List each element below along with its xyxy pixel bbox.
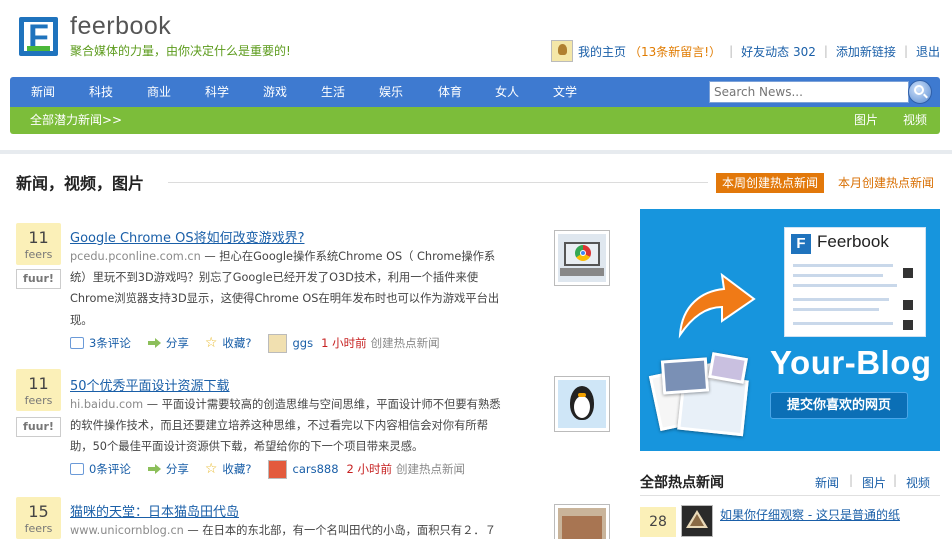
- news-body: — 在日本的东北部，有一个名叫田代的小岛，面积只有２．７: [183, 524, 497, 537]
- news-summary: hi.baidu.com — 平面设计需要较高的创造思维与空间思维，平面设计师不…: [70, 394, 510, 458]
- news-summary: pcedu.pconline.com.cn — 担心在Google操作系统Chr…: [70, 246, 510, 331]
- share-icon: [147, 463, 161, 475]
- news-title-link[interactable]: Google Chrome OS将如何改变游戏界?: [70, 227, 304, 246]
- user-avatar[interactable]: [267, 333, 287, 353]
- post-time: 2 小时前: [346, 462, 393, 476]
- favorite-link[interactable]: 收藏?: [222, 461, 251, 477]
- favorite-link[interactable]: 收藏?: [222, 335, 251, 351]
- ad-photo: [660, 357, 710, 395]
- arrow-icon: [678, 272, 756, 339]
- all-potential-news-link[interactable]: 全部潜力新闻>>: [30, 107, 122, 134]
- news-source[interactable]: www.unicornblog.cn: [70, 524, 184, 537]
- user-link[interactable]: cars888: [293, 462, 339, 476]
- nav-item-news[interactable]: 新闻: [31, 77, 55, 107]
- news-meta: 3条评论 分享 ☆ 收藏? ggs 1 小时前 创建热点新闻: [70, 333, 440, 353]
- comment-icon: [70, 337, 84, 349]
- sub-nav: 全部潜力新闻>> 图片 视频: [10, 107, 940, 134]
- subnav-pictures-link[interactable]: 图片: [854, 107, 878, 134]
- user-avatar[interactable]: [550, 40, 573, 62]
- user-avatar[interactable]: [267, 459, 287, 479]
- friends-activity-link[interactable]: 好友动态 302: [741, 43, 816, 60]
- feers-count[interactable]: 11 feers: [16, 223, 61, 265]
- hot-news-tab[interactable]: 新闻: [815, 474, 839, 491]
- section-title: 新闻，视频，图片: [16, 174, 145, 193]
- ad-card-title: Feerbook: [817, 232, 889, 251]
- comment-icon: [70, 463, 84, 475]
- main-nav: 新闻 科技 商业 科学 游戏 生活 娱乐 体育 女人 文学: [10, 77, 940, 107]
- news-source[interactable]: pcedu.pconline.com.cn: [70, 250, 201, 263]
- hot-videos-tab[interactable]: 视频: [906, 474, 930, 491]
- news-thumbnail[interactable]: [554, 376, 610, 432]
- tagline: 聚合媒体的力量，由你决定什么是重要的!: [70, 44, 291, 58]
- tab-monthly-hot[interactable]: 本月创建热点新闻: [838, 173, 934, 193]
- nav-item-tech[interactable]: 科技: [89, 77, 113, 107]
- nav-item-women[interactable]: 女人: [495, 77, 519, 107]
- news-meta: 0条评论 分享 ☆ 收藏? cars888 2 小时前 创建热点新闻: [70, 459, 466, 479]
- feers-count[interactable]: 15 feers: [16, 497, 61, 539]
- ad-headline: Your-Blog: [770, 344, 932, 381]
- add-link-link[interactable]: 添加新链接: [836, 43, 896, 60]
- title-divider: [168, 182, 708, 183]
- news-title-link[interactable]: 50个优秀平面设计资源下载: [70, 375, 230, 394]
- tab-weekly-hot[interactable]: 本周创建热点新闻: [716, 173, 824, 193]
- hot-feers-count[interactable]: 28: [640, 507, 676, 537]
- star-icon: ☆: [204, 461, 218, 477]
- ad-screenshot-card: Feerbook: [784, 227, 926, 337]
- comments-link[interactable]: 3条评论: [89, 335, 131, 351]
- submit-page-ad[interactable]: Feerbook Your-Blog 提交你喜欢的网页: [640, 209, 940, 451]
- main-content: 新闻，视频，图片 本周创建热点新闻 本月创建热点新闻 11 feers fuur…: [0, 150, 952, 539]
- hot-pictures-tab[interactable]: 图片: [862, 474, 886, 491]
- post-action: 创建热点新闻: [396, 462, 466, 476]
- logo-icon: [791, 234, 811, 254]
- hot-news-thumbnail[interactable]: [681, 505, 713, 537]
- user-link[interactable]: ggs: [293, 336, 314, 350]
- nav-item-games[interactable]: 游戏: [263, 77, 287, 107]
- hot-news-link[interactable]: 如果你仔细观察 - 这只是普通的纸: [720, 506, 900, 523]
- hot-news-title: 全部热点新闻: [640, 475, 724, 491]
- share-link[interactable]: 分享: [166, 335, 189, 351]
- hot-divider: [640, 495, 940, 496]
- news-title-link[interactable]: 猫咪的天堂：日本猫岛田代岛: [70, 501, 239, 520]
- news-thumbnail[interactable]: [554, 504, 610, 539]
- new-messages-link[interactable]: （13条新留言!）: [629, 43, 721, 60]
- search-button[interactable]: [908, 80, 932, 104]
- nav-item-sports[interactable]: 体育: [438, 77, 462, 107]
- news-source[interactable]: hi.baidu.com: [70, 398, 143, 411]
- nav-item-science[interactable]: 科学: [205, 77, 229, 107]
- fuur-button[interactable]: fuur!: [16, 417, 61, 437]
- post-time: 1 小时前: [321, 336, 367, 350]
- share-icon: [147, 337, 161, 349]
- subnav-videos-link[interactable]: 视频: [903, 107, 927, 134]
- news-thumbnail[interactable]: [554, 230, 610, 286]
- nav-item-business[interactable]: 商业: [147, 77, 171, 107]
- nav-item-literature[interactable]: 文学: [553, 77, 577, 107]
- comments-link[interactable]: 0条评论: [89, 461, 131, 477]
- nav-item-life[interactable]: 生活: [321, 77, 345, 107]
- news-summary: www.unicornblog.cn — 在日本的东北部，有一个名叫田代的小岛，…: [70, 520, 510, 539]
- nav-item-entertainment[interactable]: 娱乐: [379, 77, 403, 107]
- my-home-link[interactable]: 我的主页: [578, 43, 626, 60]
- logout-link[interactable]: 退出: [916, 43, 940, 60]
- site-name[interactable]: feerbook: [70, 12, 171, 41]
- star-icon: ☆: [204, 335, 218, 351]
- submit-page-button[interactable]: 提交你喜欢的网页: [770, 392, 908, 419]
- fuur-button[interactable]: fuur!: [16, 269, 61, 289]
- user-links: 我的主页 （13条新留言!） | 好友动态 302 | 添加新链接 | 退出: [550, 40, 940, 62]
- search-input[interactable]: [709, 81, 909, 103]
- feers-count[interactable]: 11 feers: [16, 369, 61, 411]
- logo-icon[interactable]: F: [19, 17, 58, 56]
- share-link[interactable]: 分享: [166, 461, 189, 477]
- post-action: 创建热点新闻: [370, 336, 440, 350]
